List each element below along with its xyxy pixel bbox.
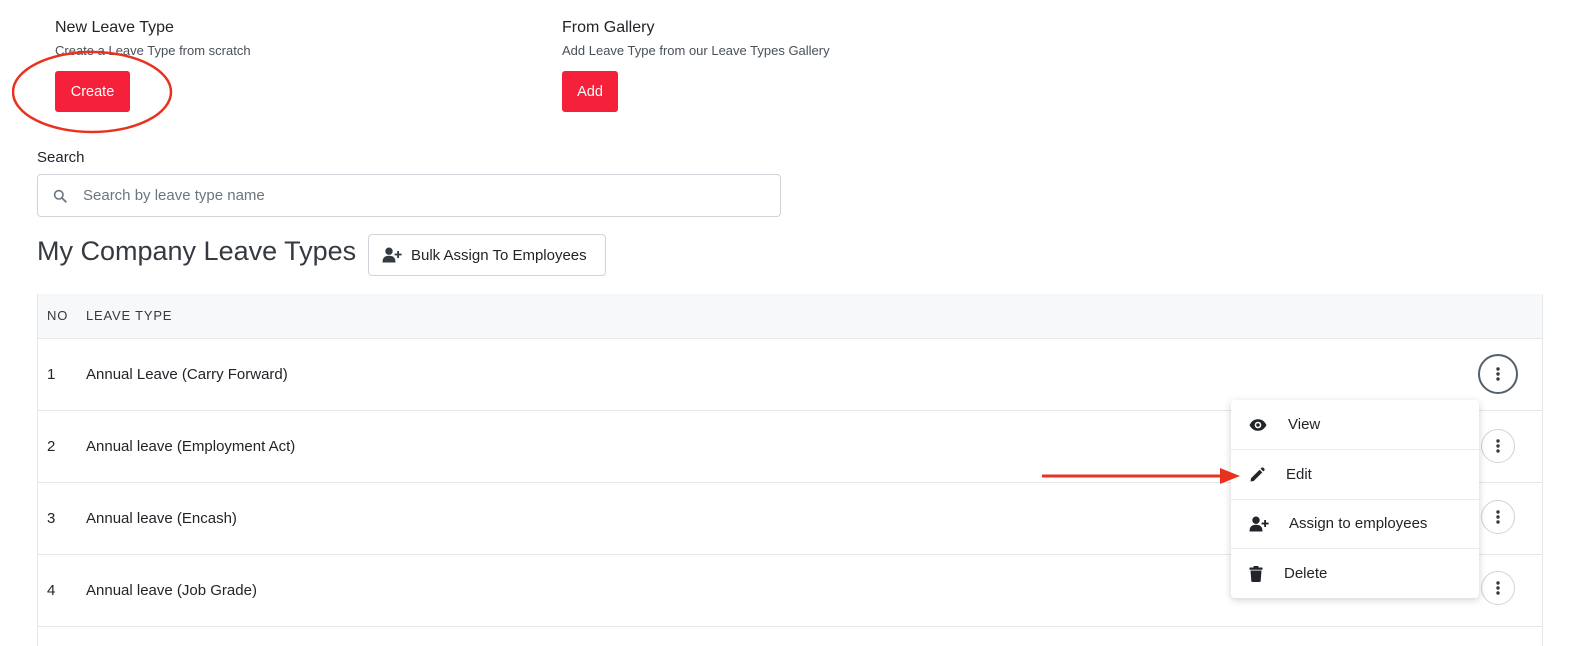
eye-icon xyxy=(1249,418,1267,431)
row-number: 2 xyxy=(47,438,56,455)
trash-icon xyxy=(1249,565,1263,582)
user-plus-icon xyxy=(1249,516,1269,532)
table-row xyxy=(38,627,1542,646)
leave-type-name: Annual leave (Encash) xyxy=(86,510,237,527)
new-leave-type-title: New Leave Type xyxy=(55,19,174,36)
search-label: Search xyxy=(37,149,85,166)
leave-type-name: Annual leave (Job Grade) xyxy=(86,582,257,599)
search-field[interactable] xyxy=(37,174,781,217)
user-plus-icon xyxy=(382,247,402,263)
menu-item-label: View xyxy=(1288,416,1321,433)
leave-type-name: Annual Leave (Carry Forward) xyxy=(86,366,288,383)
row-actions-menu: View Edit Assign to employees Delete xyxy=(1231,400,1479,598)
add-from-gallery-button[interactable]: Add xyxy=(562,71,618,112)
row-actions-button[interactable] xyxy=(1481,571,1515,605)
leave-types-page: New Leave Type Create a Leave Type from … xyxy=(0,0,1593,646)
bulk-assign-button[interactable]: Bulk Assign To Employees xyxy=(368,234,606,276)
row-actions-button[interactable] xyxy=(1481,429,1515,463)
menu-item-assign-to-employees[interactable]: Assign to employees xyxy=(1231,499,1479,548)
row-number: 3 xyxy=(47,510,56,527)
create-button[interactable]: Create xyxy=(55,71,130,112)
leave-type-name: Annual leave (Employment Act) xyxy=(86,438,296,455)
pencil-icon xyxy=(1249,466,1265,483)
menu-item-label: Edit xyxy=(1286,466,1312,483)
bulk-assign-label: Bulk Assign To Employees xyxy=(411,246,587,264)
more-vertical-icon xyxy=(1496,439,1500,453)
table-header: NO LEAVE TYPE xyxy=(38,294,1542,339)
row-actions-button[interactable] xyxy=(1481,500,1515,534)
search-input[interactable] xyxy=(83,187,780,204)
from-gallery-title: From Gallery xyxy=(562,19,655,36)
search-icon xyxy=(53,189,67,203)
column-header-leave-type: LEAVE TYPE xyxy=(86,308,173,323)
more-vertical-icon xyxy=(1496,367,1500,381)
new-leave-type-description: Create a Leave Type from scratch xyxy=(55,43,251,58)
menu-item-label: Assign to employees xyxy=(1289,515,1428,532)
more-vertical-icon xyxy=(1496,581,1500,595)
menu-item-edit[interactable]: Edit xyxy=(1231,450,1479,499)
page-title: My Company Leave Types xyxy=(37,236,357,266)
row-actions-button[interactable] xyxy=(1478,354,1518,394)
menu-item-label: Delete xyxy=(1284,565,1328,582)
row-number: 1 xyxy=(47,366,56,383)
menu-item-view[interactable]: View xyxy=(1231,400,1479,449)
column-header-no: NO xyxy=(47,308,69,323)
menu-item-delete[interactable]: Delete xyxy=(1231,549,1479,598)
more-vertical-icon xyxy=(1496,510,1500,524)
from-gallery-description: Add Leave Type from our Leave Types Gall… xyxy=(562,43,830,58)
row-number: 4 xyxy=(47,582,56,599)
